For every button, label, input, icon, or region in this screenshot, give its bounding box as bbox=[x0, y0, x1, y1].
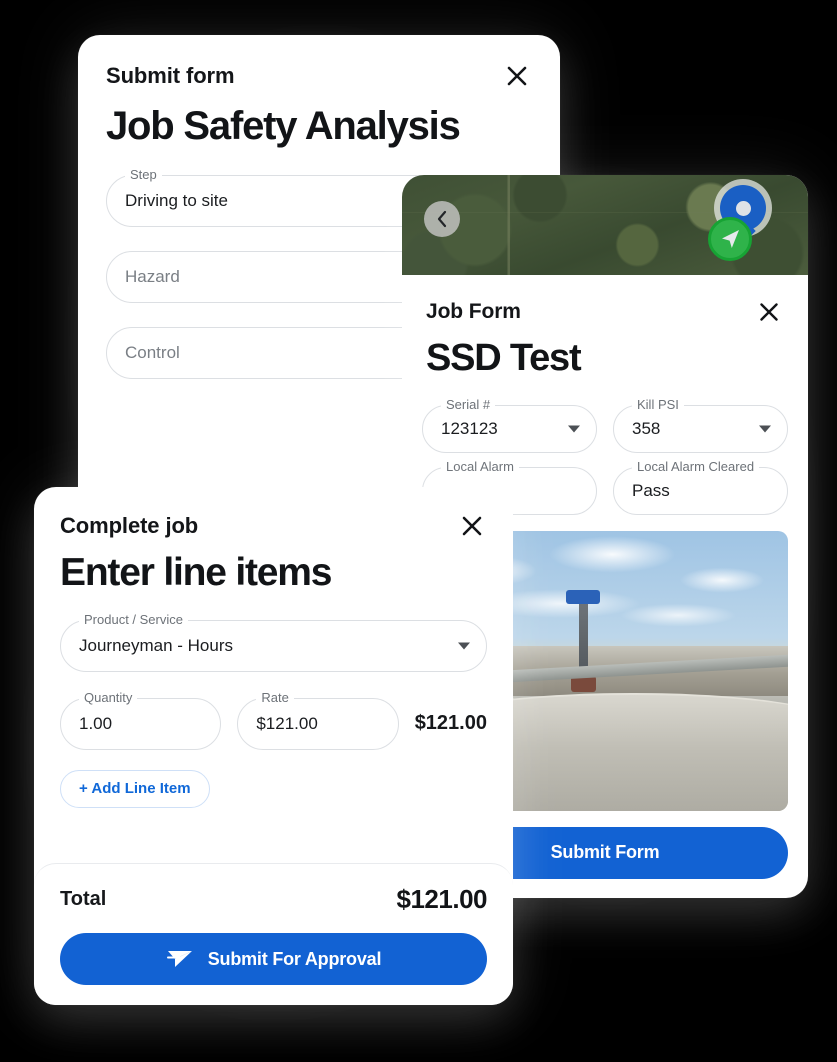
jsa-field-control-placeholder: Control bbox=[125, 343, 180, 362]
field-kill-psi-legend: Kill PSI bbox=[632, 397, 684, 411]
jsa-eyebrow: Submit form bbox=[106, 63, 235, 88]
jsa-title: Job Safety Analysis bbox=[106, 104, 461, 148]
field-quantity-legend: Quantity bbox=[79, 690, 138, 704]
navigation-arrow-icon bbox=[722, 230, 739, 248]
field-serial-number[interactable]: Serial # 123123 bbox=[422, 397, 597, 453]
job-form-card-header: Job Form bbox=[402, 275, 808, 327]
total-footer: Total $121.00 Submit For Approval bbox=[34, 863, 513, 1005]
map-pin-inner-dot bbox=[735, 200, 751, 216]
field-rate-legend: Rate bbox=[256, 690, 294, 704]
complete-job-card: Complete job Enter line items Product / … bbox=[34, 487, 513, 1005]
line-items-card-header: Complete job bbox=[34, 487, 513, 541]
line-items-eyebrow: Complete job bbox=[60, 513, 199, 538]
field-quantity[interactable]: Quantity 1.00 bbox=[60, 690, 222, 750]
composition-stage: Submit form Job Safety Analysis Step Dri… bbox=[0, 0, 837, 1062]
total-label: Total bbox=[60, 888, 107, 910]
field-kill-psi-value: 358 bbox=[632, 418, 661, 438]
total-amount: $121.00 bbox=[396, 884, 488, 914]
field-kill-psi[interactable]: Kill PSI 358 bbox=[613, 397, 788, 453]
jsa-field-step-legend: Step bbox=[125, 168, 162, 181]
current-location-marker[interactable] bbox=[708, 217, 752, 261]
field-serial-number-value: 123123 bbox=[441, 418, 498, 438]
chevron-left-icon bbox=[437, 210, 447, 228]
line-item-row: Quantity 1.00 Rate $121.00 $121.00 bbox=[60, 690, 487, 750]
field-product-service[interactable]: Product / Service Journeyman - Hours bbox=[60, 612, 487, 672]
submit-for-approval-label: Submit For Approval bbox=[207, 948, 382, 969]
add-line-item-label: + Add Line Item bbox=[79, 780, 191, 798]
jsa-field-hazard-placeholder: Hazard bbox=[125, 267, 180, 286]
map-preview[interactable] bbox=[402, 175, 808, 275]
field-local-alarm-cleared-legend: Local Alarm Cleared bbox=[632, 459, 760, 473]
map-back-button[interactable] bbox=[424, 201, 460, 237]
chevron-down-icon[interactable] bbox=[568, 425, 580, 433]
field-product-service-legend: Product / Service bbox=[79, 612, 188, 626]
chevron-down-icon[interactable] bbox=[458, 642, 470, 650]
line-item-amount: $121.00 bbox=[414, 712, 487, 735]
job-form-eyebrow: Job Form bbox=[426, 300, 521, 323]
close-icon bbox=[507, 66, 527, 86]
total-row: Total $121.00 bbox=[60, 884, 488, 915]
job-form-close-button[interactable] bbox=[754, 297, 784, 327]
field-serial-number-legend: Serial # bbox=[441, 397, 496, 411]
field-local-alarm-legend: Local Alarm bbox=[441, 459, 519, 473]
field-local-alarm-cleared-value: Pass bbox=[632, 480, 670, 500]
jsa-card-header: Submit form bbox=[78, 35, 560, 91]
job-form-title: SSD Test bbox=[426, 337, 582, 379]
field-local-alarm-cleared[interactable]: Local Alarm Cleared Pass bbox=[613, 459, 788, 515]
chevron-down-icon[interactable] bbox=[759, 425, 771, 433]
jsa-close-button[interactable] bbox=[502, 61, 532, 91]
line-items-title: Enter line items bbox=[60, 551, 332, 594]
jsa-field-step-value: Driving to site bbox=[125, 191, 228, 210]
submit-form-label: Submit Form bbox=[550, 842, 660, 863]
line-items-body: Product / Service Journeyman - Hours Qua… bbox=[34, 594, 513, 808]
submit-for-approval-button[interactable]: Submit For Approval bbox=[60, 933, 487, 985]
add-line-item-button[interactable]: + Add Line Item bbox=[60, 769, 210, 808]
line-items-close-button[interactable] bbox=[457, 511, 487, 541]
field-rate[interactable]: Rate $121.00 bbox=[237, 690, 399, 750]
close-icon bbox=[760, 303, 778, 321]
field-product-service-value: Journeyman - Hours bbox=[79, 635, 234, 655]
field-rate-value: $121.00 bbox=[256, 713, 318, 733]
close-icon bbox=[462, 516, 482, 536]
send-icon bbox=[166, 951, 192, 967]
field-quantity-value: 1.00 bbox=[79, 713, 113, 733]
